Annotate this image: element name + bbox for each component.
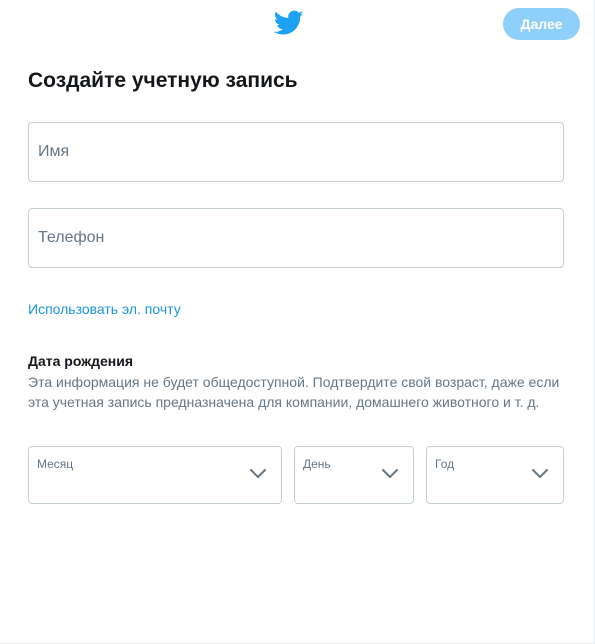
use-email-link[interactable]: Использовать эл. почту [28, 300, 181, 318]
chevron-down-icon [381, 468, 399, 480]
next-button[interactable]: Далее [503, 8, 580, 40]
twitter-bird-icon [274, 10, 304, 36]
birthdate-heading: Дата рождения [28, 353, 134, 369]
chevron-down-icon [249, 468, 267, 480]
phone-input[interactable] [29, 209, 563, 267]
name-input[interactable] [29, 123, 563, 181]
signup-dialog: Далее Создайте учетную запись Использова… [0, 0, 595, 644]
day-select[interactable]: День [294, 446, 414, 504]
page-title: Создайте учетную запись [28, 69, 298, 92]
phone-field[interactable] [28, 208, 564, 268]
birthdate-description: Эта информация не будет общедоступной. П… [28, 374, 560, 410]
month-select-label: Месяц [37, 457, 74, 471]
name-field[interactable] [28, 122, 564, 182]
year-select[interactable]: Год [426, 446, 564, 504]
day-select-label: День [303, 457, 331, 471]
year-select-label: Год [435, 457, 455, 471]
dialog-header: Далее [0, 0, 595, 48]
month-select[interactable]: Месяц [28, 446, 282, 504]
chevron-down-icon [531, 468, 549, 480]
